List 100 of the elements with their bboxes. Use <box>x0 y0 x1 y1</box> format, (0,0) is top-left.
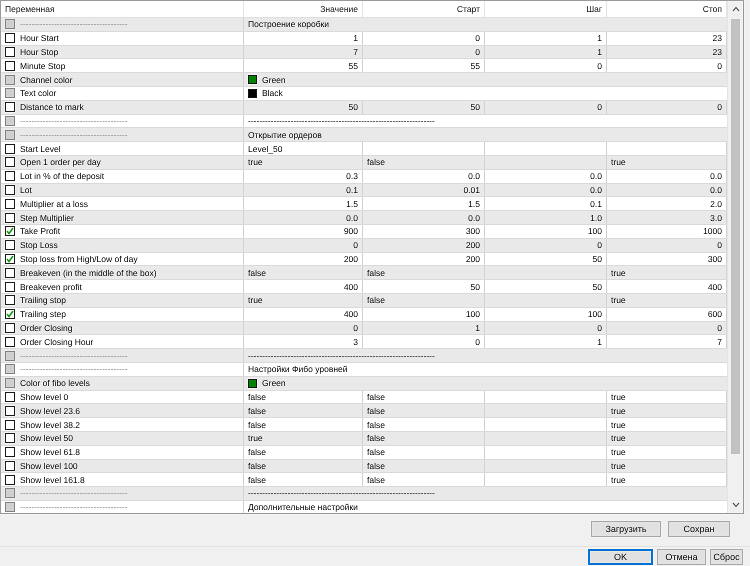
table-cell: Level_50 <box>248 144 283 154</box>
parameter-name: Show level 38.2 <box>20 420 80 430</box>
table-cell: false <box>367 420 385 430</box>
table-cell: true <box>611 406 626 416</box>
checkbox[interactable] <box>5 33 15 44</box>
table-cell: 1.0 <box>590 212 602 223</box>
table-cell: true <box>248 295 263 306</box>
table-cell: 3 <box>353 336 358 347</box>
checkbox[interactable] <box>5 240 15 250</box>
table-cell: false <box>248 406 266 416</box>
table-cell: 0.0 <box>590 171 602 182</box>
table-cell: 200 <box>466 240 480 250</box>
section-title: Настройки Фибо уровней <box>248 364 348 374</box>
dialog-button[interactable]: Отмена <box>657 548 706 564</box>
table-cell: 100 <box>466 309 480 320</box>
parameter-name: Trailing stop <box>20 295 66 306</box>
table-cell: true <box>611 157 626 168</box>
checkbox[interactable] <box>5 254 15 264</box>
table-cell: 1 <box>597 46 602 57</box>
table-cell: 0 <box>475 33 480 44</box>
table-cell: true <box>611 447 626 458</box>
table-cell: false <box>248 268 266 278</box>
dialog-button[interactable]: Сброс <box>710 548 743 564</box>
checkbox[interactable] <box>5 309 15 320</box>
table-cell: false <box>367 433 385 444</box>
table-cell: 100 <box>588 309 602 320</box>
checkbox[interactable] <box>5 433 15 444</box>
dialog-button[interactable]: OK <box>588 548 653 564</box>
table-cell: true <box>248 157 263 168</box>
column-header[interactable]: Значение <box>320 4 358 14</box>
table-cell: 1.5 <box>346 198 358 209</box>
checkbox[interactable] <box>5 406 15 416</box>
checkbox[interactable] <box>5 460 15 471</box>
scroll-down-icon[interactable] <box>732 502 740 508</box>
checkbox[interactable] <box>5 198 15 209</box>
table-cell: false <box>248 420 266 430</box>
checkbox[interactable] <box>5 46 15 57</box>
parameter-name: Breakeven (in the middle of the box) <box>20 268 157 278</box>
table-cell: false <box>367 460 385 471</box>
table-cell: true <box>611 420 626 430</box>
column-header[interactable]: Стоп <box>702 4 722 14</box>
table-cell: false <box>367 157 385 168</box>
section-title: Открытие ордеров <box>248 130 322 140</box>
checkbox[interactable] <box>5 447 15 458</box>
checkbox[interactable] <box>5 282 15 292</box>
table-cell: true <box>611 474 626 485</box>
parameter-name: -------------------------------------- <box>20 116 128 126</box>
parameter-name: -------------------------------------- <box>20 488 128 498</box>
checkbox[interactable] <box>5 322 15 333</box>
parameter-name: Multiplier at a loss <box>20 198 88 209</box>
parameter-name: Hour Stop <box>20 46 58 57</box>
file-button[interactable]: Сохран <box>668 521 730 537</box>
parameter-name: Text color <box>20 88 56 98</box>
table-cell: 0.0 <box>590 184 602 195</box>
table-cell: 23 <box>712 33 722 44</box>
file-button[interactable]: Загрузить <box>591 521 661 537</box>
table-cell: 200 <box>466 254 480 264</box>
checkbox[interactable] <box>5 420 15 430</box>
table-cell: 0 <box>475 336 480 347</box>
table-cell: true <box>611 433 626 444</box>
table-cell: 50 <box>348 102 358 112</box>
column-header[interactable]: Переменная <box>5 4 55 14</box>
checkbox[interactable] <box>5 60 15 71</box>
table-cell: 3.0 <box>710 212 722 223</box>
checkbox[interactable] <box>5 474 15 485</box>
parameter-name: Minute Stop <box>20 60 66 71</box>
checkbox[interactable] <box>5 102 15 112</box>
parameter-name: -------------------------------------- <box>20 502 128 512</box>
checkbox[interactable] <box>5 268 15 278</box>
table-cell: false <box>367 474 385 485</box>
parameter-name: Show level 61.8 <box>20 447 80 458</box>
checkbox[interactable] <box>5 171 15 182</box>
column-header[interactable]: Шаг <box>586 4 602 14</box>
column-header[interactable]: Старт <box>456 4 480 14</box>
table-cell: 7 <box>717 336 722 347</box>
checkbox[interactable] <box>5 212 15 223</box>
checkbox[interactable] <box>5 336 15 347</box>
checkbox[interactable] <box>5 144 15 154</box>
table-cell: 0.01 <box>463 184 480 195</box>
parameter-name: Trailing step <box>20 309 66 320</box>
checkbox[interactable] <box>5 295 15 306</box>
table-cell: true <box>611 295 626 306</box>
checkbox[interactable] <box>5 184 15 195</box>
parameter-name: -------------------------------------- <box>20 130 128 140</box>
table-cell: 50 <box>470 102 480 112</box>
scrollbar[interactable] <box>727 1 743 513</box>
table-cell: true <box>611 460 626 471</box>
table-cell: true <box>611 392 626 402</box>
table-cell: 1 <box>353 33 358 44</box>
scroll-up-icon[interactable] <box>732 6 740 12</box>
table-cell: 0 <box>717 240 722 250</box>
checkbox[interactable] <box>5 392 15 402</box>
section-title: ------------------------------------------------------------------ <box>248 350 435 361</box>
parameter-name: Channel color <box>20 74 72 85</box>
parameter-name: Stop loss from High/Low of day <box>20 254 138 264</box>
table-cell: 0 <box>597 322 602 333</box>
table-cell: 0 <box>353 322 358 333</box>
checkbox[interactable] <box>5 226 15 236</box>
table-cell: false <box>367 447 385 458</box>
checkbox[interactable] <box>5 157 15 168</box>
